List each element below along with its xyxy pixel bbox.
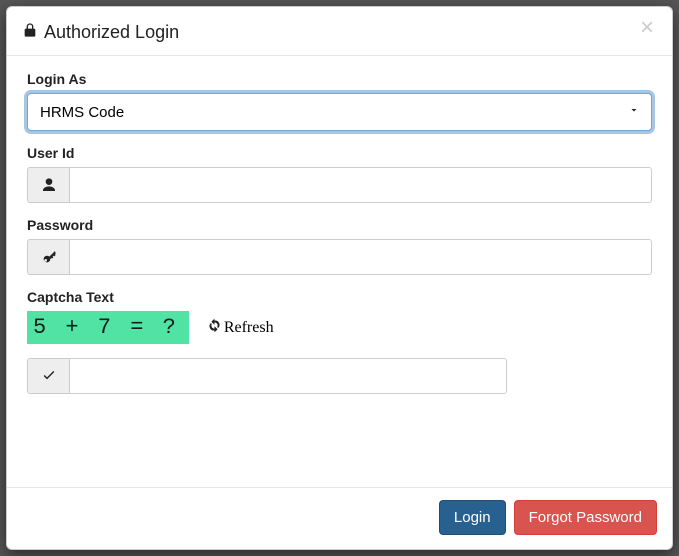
key-icon — [27, 239, 69, 275]
captcha-image: 5 + 7 = ? — [27, 311, 189, 344]
password-group: Password — [27, 217, 652, 275]
user-id-label: User Id — [27, 145, 652, 161]
user-id-input-group — [27, 167, 652, 203]
modal-title-text: Authorized Login — [44, 22, 179, 43]
password-input[interactable] — [69, 239, 652, 275]
login-as-group: Login As HRMS Code — [27, 71, 652, 131]
captcha-refresh[interactable]: Refresh — [207, 318, 274, 338]
login-as-select-wrap: HRMS Code — [27, 93, 652, 131]
modal-footer: Login Forgot Password — [7, 487, 672, 549]
captcha-group: Captcha Text 5 + 7 = ? Refresh — [27, 289, 652, 394]
captcha-row: 5 + 7 = ? Refresh — [27, 311, 652, 344]
forgot-password-button[interactable]: Forgot Password — [514, 500, 657, 535]
refresh-icon — [207, 318, 222, 338]
captcha-input-group — [27, 358, 507, 394]
password-input-group — [27, 239, 652, 275]
close-button[interactable]: × — [634, 15, 660, 41]
lock-icon — [22, 22, 38, 43]
login-button[interactable]: Login — [439, 500, 506, 535]
modal-title: Authorized Login — [22, 22, 179, 43]
login-as-select[interactable]: HRMS Code — [27, 93, 652, 131]
user-icon — [27, 167, 69, 203]
user-id-input[interactable] — [69, 167, 652, 203]
modal-header: Authorized Login × — [7, 7, 672, 56]
login-modal: Authorized Login × Login As HRMS Code Us… — [6, 6, 673, 550]
password-label: Password — [27, 217, 652, 233]
captcha-label: Captcha Text — [27, 289, 652, 305]
modal-body: Login As HRMS Code User Id Password — [7, 56, 672, 487]
login-as-label: Login As — [27, 71, 652, 87]
captcha-refresh-label: Refresh — [224, 319, 274, 337]
user-id-group: User Id — [27, 145, 652, 203]
check-icon — [27, 358, 69, 394]
captcha-input[interactable] — [69, 358, 507, 394]
